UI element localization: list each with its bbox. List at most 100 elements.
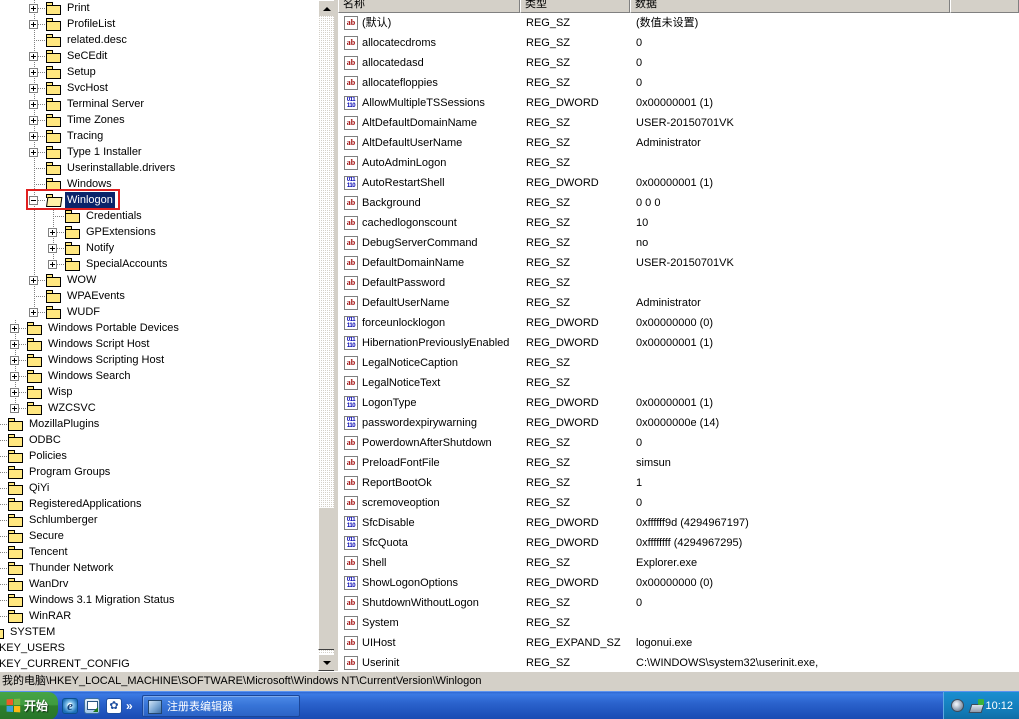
tree-item-profilelist[interactable]: ProfileList [0,16,317,32]
table-row[interactable]: ab Background REG_SZ 0 0 0 [338,193,1019,213]
show-desktop-icon[interactable] [84,698,100,714]
table-row[interactable]: 011 110 passwordexpirywarning REG_DWORD 0x00… [338,413,1019,433]
table-row[interactable]: ab DebugServerCommand REG_SZ no [338,233,1019,253]
tree-item-qiyi[interactable]: QiYi [0,480,317,496]
table-row[interactable]: 011 110 ShowLogonOptions REG_DWORD 0x0000000… [338,573,1019,593]
tree-item-wisp[interactable]: Wisp [0,384,317,400]
tree-item-tencent[interactable]: Tencent [0,544,317,560]
tree-item-setup[interactable]: Setup [0,64,317,80]
column-header-type[interactable]: 类型 [520,0,630,13]
expand-node-icon[interactable] [48,260,57,269]
tree-item-thunder-network[interactable]: Thunder Network [0,560,317,576]
system-tray[interactable]: 10:12 [943,692,1019,719]
volume-icon[interactable] [951,699,964,712]
tree-item-winrar[interactable]: WinRAR [0,608,317,624]
collapse-node-icon[interactable] [29,196,38,205]
expand-node-icon[interactable] [10,356,19,365]
table-row[interactable]: ab DefaultDomainName REG_SZ USER-20150701VK [338,253,1019,273]
table-row[interactable]: ab PowerdownAfterShutdown REG_SZ 0 [338,433,1019,453]
column-header-name[interactable]: 名称 [338,0,520,13]
tree-item-odbc[interactable]: ODBC [0,432,317,448]
tree-item-wandrv[interactable]: WanDrv [0,576,317,592]
tree-item-wow[interactable]: WOW [0,272,317,288]
tree-item-type-1-installer[interactable]: Type 1 Installer [0,144,317,160]
tree-item-wpaevents[interactable]: WPAEvents [0,288,317,304]
table-row[interactable]: ab ShutdownWithoutLogon REG_SZ 0 [338,593,1019,613]
tree-item-notify[interactable]: Notify [0,240,317,256]
tree-item-windows-search[interactable]: Windows Search [0,368,317,384]
expand-node-icon[interactable] [10,340,19,349]
tree-item-program-groups[interactable]: Program Groups [0,464,317,480]
table-row[interactable]: 011 110 SfcDisable REG_DWORD 0xffffff9d (429… [338,513,1019,533]
browser-paw-icon[interactable]: ✿ [106,698,122,714]
tree-item-time-zones[interactable]: Time Zones [0,112,317,128]
tree-item-hkey-users[interactable]: HKEY_USERS [0,640,317,656]
table-row[interactable]: ab Shell REG_SZ Explorer.exe [338,553,1019,573]
tree-item-windows-script-host[interactable]: Windows Script Host [0,336,317,352]
scroll-down-button[interactable] [318,654,335,671]
table-row[interactable]: ab DefaultUserName REG_SZ Administrator [338,293,1019,313]
tree-item-gpextensions[interactable]: GPExtensions [0,224,317,240]
table-row[interactable]: ab allocatefloppies REG_SZ 0 [338,73,1019,93]
scrollbar-thumb[interactable] [318,507,335,650]
tree-item-svchost[interactable]: SvcHost [0,80,317,96]
clock[interactable]: 10:12 [985,692,1013,719]
expand-node-icon[interactable] [10,404,19,413]
expand-node-icon[interactable] [10,324,19,333]
table-row[interactable]: ab DefaultPassword REG_SZ [338,273,1019,293]
registry-key-tree[interactable]: Print ProfileList related.desc SeCEdit Setup… [0,0,317,671]
expand-node-icon[interactable] [10,372,19,381]
table-row[interactable]: ab Userinit REG_SZ C:\WINDOWS\system32\user… [338,653,1019,671]
tree-item-secedit[interactable]: SeCEdit [0,48,317,64]
expand-node-icon[interactable] [29,276,38,285]
list-column-header[interactable]: 名称 类型 数据 [338,0,1019,13]
table-row[interactable]: 011 110 LogonType REG_DWORD 0x00000001 (1) [338,393,1019,413]
tree-item-policies[interactable]: Policies [0,448,317,464]
tree-item-credentials[interactable]: Credentials [0,208,317,224]
tree-item-secure[interactable]: Secure [0,528,317,544]
table-row[interactable]: 011 110 AllowMultipleTSSessions REG_DWORD 0x… [338,93,1019,113]
expand-node-icon[interactable] [29,20,38,29]
tree-item-winlogon[interactable]: Winlogon [0,192,317,208]
taskbar-button-registry-editor[interactable]: 注册表编辑器 [142,695,300,717]
table-row[interactable]: 011 110 HibernationPreviouslyEnabled REG_DW… [338,333,1019,353]
table-row[interactable]: 011 110 forceunlocklogon REG_DWORD 0x0000000… [338,313,1019,333]
tree-item-wzcsvc[interactable]: WZCSVC [0,400,317,416]
quick-launch-bar[interactable]: e ✿ » [60,694,137,718]
expand-node-icon[interactable] [29,4,38,13]
expand-node-icon[interactable] [29,116,38,125]
registry-values-list[interactable]: 名称 类型 数据 ab (默认) REG_SZ (数值未设置) ab allocatecdro… [338,0,1019,671]
table-row[interactable]: ab allocatecdroms REG_SZ 0 [338,33,1019,53]
expand-node-icon[interactable] [29,84,38,93]
expand-node-icon[interactable] [48,228,57,237]
table-row[interactable]: ab AutoAdminLogon REG_SZ [338,153,1019,173]
table-row[interactable]: ab System REG_SZ [338,613,1019,633]
tree-item-registeredapplications[interactable]: RegisteredApplications [0,496,317,512]
table-row[interactable]: ab UIHost REG_EXPAND_SZ logonui.exe [338,633,1019,653]
table-row[interactable]: ab allocatedasd REG_SZ 0 [338,53,1019,73]
tree-item-hkey-current-config[interactable]: HKEY_CURRENT_CONFIG [0,656,317,671]
table-row[interactable]: ab cachedlogonscount REG_SZ 10 [338,213,1019,233]
tree-item-terminal-server[interactable]: Terminal Server [0,96,317,112]
expand-node-icon[interactable] [29,148,38,157]
expand-node-icon[interactable] [29,68,38,77]
network-icon[interactable] [970,699,984,712]
expand-node-icon[interactable] [29,308,38,317]
expand-node-icon[interactable] [10,388,19,397]
expand-node-icon[interactable] [29,132,38,141]
table-row[interactable]: 011 110 SfcQuota REG_DWORD 0xffffffff (42949… [338,533,1019,553]
table-row[interactable]: ab LegalNoticeCaption REG_SZ [338,353,1019,373]
tree-item-userinstallable-drivers[interactable]: Userinstallable.drivers [0,160,317,176]
table-row[interactable]: ab LegalNoticeText REG_SZ [338,373,1019,393]
expand-node-icon[interactable] [48,244,57,253]
scroll-up-button[interactable] [318,0,335,17]
quick-launch-overflow-icon[interactable]: » [126,699,133,713]
tree-item-wudf[interactable]: WUDF [0,304,317,320]
tree-vertical-scrollbar[interactable] [317,0,335,671]
table-row[interactable]: ab AltDefaultUserName REG_SZ Administrator [338,133,1019,153]
start-button[interactable]: 开始 [0,692,58,719]
internet-explorer-icon[interactable]: e [62,698,78,714]
table-row[interactable]: ab (默认) REG_SZ (数值未设置) [338,13,1019,33]
expand-node-icon[interactable] [29,100,38,109]
tree-item-print[interactable]: Print [0,0,317,16]
